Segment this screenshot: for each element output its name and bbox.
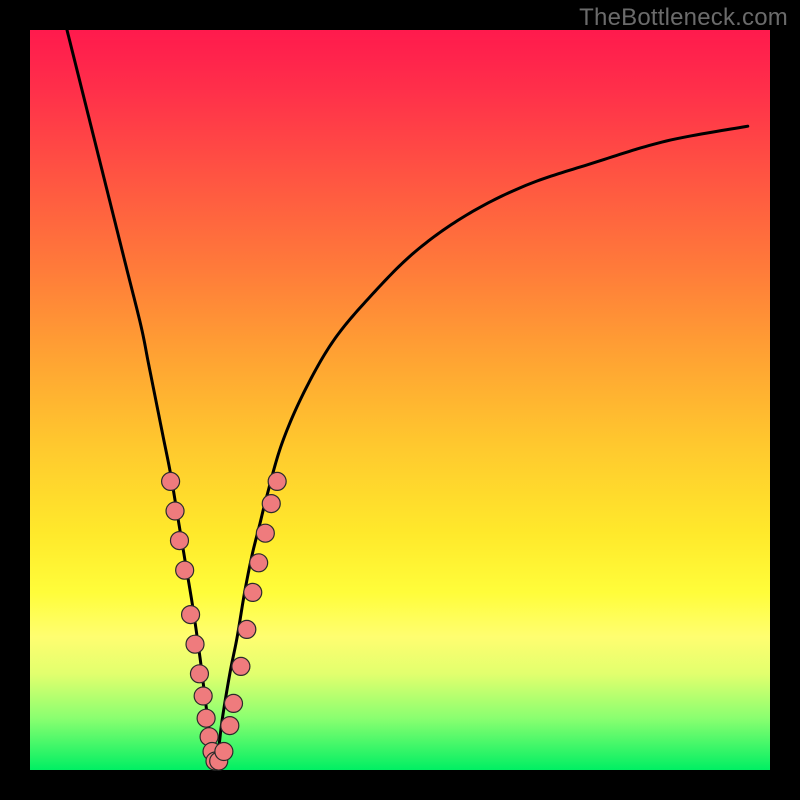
data-marker <box>197 709 215 727</box>
data-marker <box>250 554 268 572</box>
chart-svg <box>30 30 770 770</box>
data-marker <box>176 561 194 579</box>
data-marker <box>166 502 184 520</box>
data-marker <box>244 583 262 601</box>
data-marker <box>232 657 250 675</box>
data-marker <box>256 524 274 542</box>
data-marker <box>186 635 204 653</box>
data-marker <box>262 495 280 513</box>
data-marker <box>215 743 233 761</box>
data-marker <box>225 694 243 712</box>
data-marker <box>194 687 212 705</box>
chart-plot-area <box>30 30 770 770</box>
chart-frame: TheBottleneck.com <box>0 0 800 800</box>
data-marker <box>268 472 286 490</box>
data-marker <box>190 665 208 683</box>
marker-group <box>162 472 287 770</box>
bottleneck-curve <box>67 30 748 770</box>
data-marker <box>221 717 239 735</box>
data-marker <box>162 472 180 490</box>
curve-right-branch <box>215 126 748 770</box>
data-marker <box>182 606 200 624</box>
data-marker <box>238 620 256 638</box>
curve-left-branch <box>67 30 215 770</box>
watermark-text: TheBottleneck.com <box>579 4 788 32</box>
data-marker <box>170 532 188 550</box>
